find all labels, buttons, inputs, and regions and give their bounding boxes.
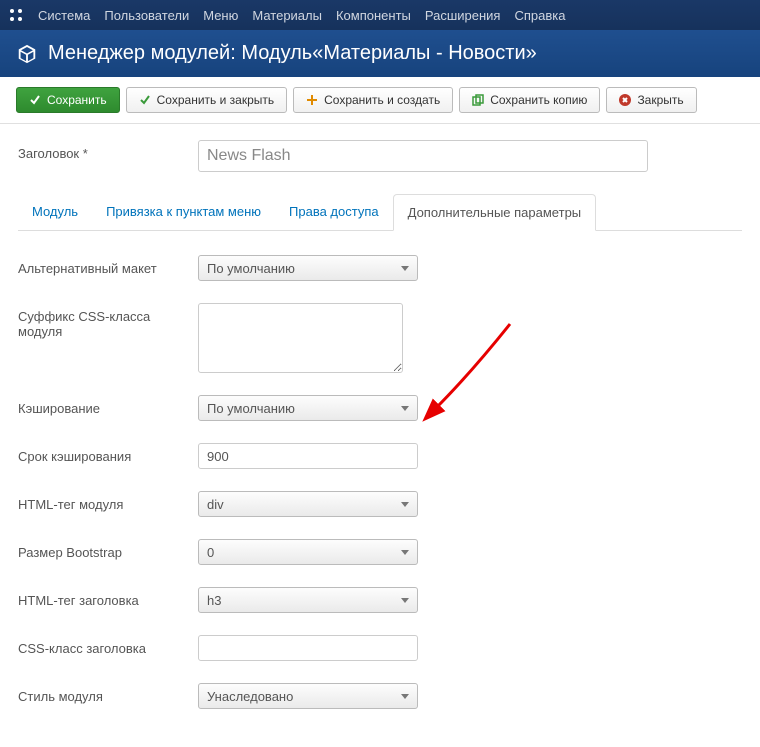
nav-menus[interactable]: Меню xyxy=(203,8,238,23)
title-bar: Менеджер модулей: Модуль«Материалы - Нов… xyxy=(0,30,760,77)
joomla-logo-icon xyxy=(8,7,24,23)
chevron-down-icon xyxy=(401,406,409,411)
content-area: Заголовок Модуль Привязка к пунктам меню… xyxy=(0,124,760,747)
caching-label: Кэширование xyxy=(18,395,198,416)
alt-layout-value: По умолчанию xyxy=(207,261,295,276)
close-label: Закрыть xyxy=(637,93,683,107)
module-style-label: Стиль модуля xyxy=(18,683,198,704)
tab-advanced[interactable]: Дополнительные параметры xyxy=(393,194,597,231)
toolbar: Сохранить Сохранить и закрыть Сохранить … xyxy=(0,77,760,124)
css-suffix-textarea[interactable] xyxy=(198,303,403,373)
close-button[interactable]: Закрыть xyxy=(606,87,696,113)
plus-icon xyxy=(306,94,318,106)
save-new-button[interactable]: Сохранить и создать xyxy=(293,87,453,113)
cache-time-label: Срок кэширования xyxy=(18,443,198,464)
chevron-down-icon xyxy=(401,502,409,507)
header-class-input[interactable] xyxy=(198,635,418,661)
header-tag-label: HTML-тег заголовка xyxy=(18,587,198,608)
module-tag-select[interactable]: div xyxy=(198,491,418,517)
chevron-down-icon xyxy=(401,550,409,555)
bootstrap-size-label: Размер Bootstrap xyxy=(18,539,198,560)
bootstrap-size-value: 0 xyxy=(207,545,214,560)
tab-permissions[interactable]: Права доступа xyxy=(275,194,393,230)
close-icon xyxy=(619,94,631,106)
chevron-down-icon xyxy=(401,598,409,603)
nav-components[interactable]: Компоненты xyxy=(336,8,411,23)
nav-system[interactable]: Система xyxy=(38,8,90,23)
bootstrap-size-select[interactable]: 0 xyxy=(198,539,418,565)
save-button[interactable]: Сохранить xyxy=(16,87,120,113)
save-new-label: Сохранить и создать xyxy=(324,93,440,107)
module-tag-label: HTML-тег модуля xyxy=(18,491,198,512)
check-icon xyxy=(29,94,41,106)
title-input[interactable] xyxy=(198,140,648,172)
header-tag-value: h3 xyxy=(207,593,221,608)
page-title: Менеджер модулей: Модуль«Материалы - Нов… xyxy=(48,42,537,65)
tab-menu-assignment[interactable]: Привязка к пунктам меню xyxy=(92,194,275,230)
module-style-select[interactable]: Унаследовано xyxy=(198,683,418,709)
alt-layout-label: Альтернативный макет xyxy=(18,255,198,276)
check-icon xyxy=(139,94,151,106)
nav-extensions[interactable]: Расширения xyxy=(425,8,501,23)
nav-users[interactable]: Пользователи xyxy=(104,8,189,23)
title-field-label: Заголовок xyxy=(18,140,198,161)
header-tag-select[interactable]: h3 xyxy=(198,587,418,613)
caching-select[interactable]: По умолчанию xyxy=(198,395,418,421)
chevron-down-icon xyxy=(401,694,409,699)
chevron-down-icon xyxy=(401,266,409,271)
copy-icon xyxy=(472,94,484,106)
alt-layout-select[interactable]: По умолчанию xyxy=(198,255,418,281)
tabs: Модуль Привязка к пунктам меню Права дос… xyxy=(18,194,742,231)
module-style-value: Унаследовано xyxy=(207,689,293,704)
nav-content[interactable]: Материалы xyxy=(252,8,322,23)
save-close-button[interactable]: Сохранить и закрыть xyxy=(126,87,287,113)
save-close-label: Сохранить и закрыть xyxy=(157,93,274,107)
save-copy-label: Сохранить копию xyxy=(490,93,587,107)
caching-value: По умолчанию xyxy=(207,401,295,416)
nav-help[interactable]: Справка xyxy=(514,8,565,23)
cache-time-input[interactable] xyxy=(198,443,418,469)
css-suffix-label: Суффикс CSS-класса модуля xyxy=(18,303,198,339)
module-cube-icon xyxy=(16,43,38,65)
module-tag-value: div xyxy=(207,497,224,512)
header-class-label: CSS-класс заголовка xyxy=(18,635,198,656)
top-nav: Система Пользователи Меню Материалы Комп… xyxy=(0,0,760,30)
save-copy-button[interactable]: Сохранить копию xyxy=(459,87,600,113)
tab-module[interactable]: Модуль xyxy=(18,194,92,230)
save-label: Сохранить xyxy=(47,93,107,107)
